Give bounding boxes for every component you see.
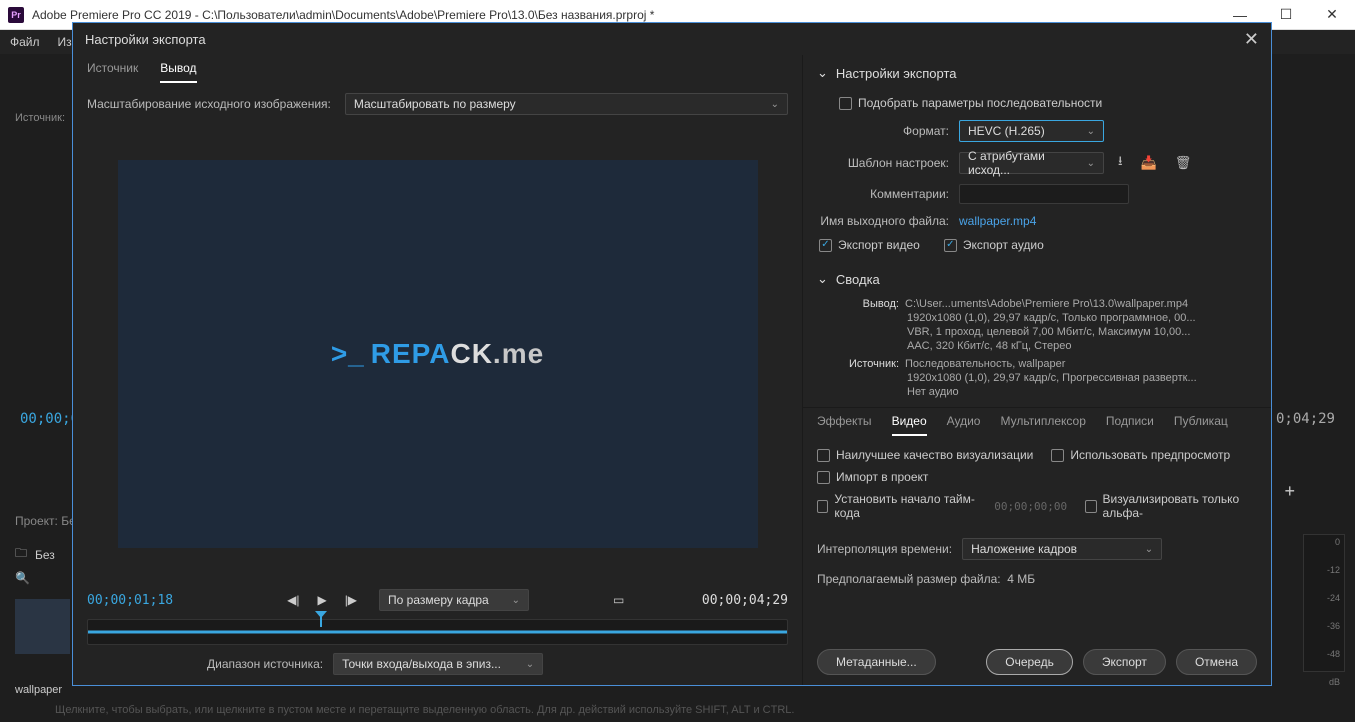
source-panel-label: Источник: (15, 112, 65, 124)
format-select[interactable]: HEVC (H.265) ⌄ (959, 120, 1104, 142)
play-icon[interactable]: ▶ (313, 593, 330, 607)
chevron-down-icon: ⌄ (1087, 126, 1095, 137)
max-quality-checkbox[interactable]: Наилучшее качество визуализации (817, 448, 1033, 462)
transport-controls: 00;00;01;18 ◀| ▶ |▶ По размеру кадра ⌄ ▭… (73, 585, 802, 685)
scale-row: Масштабирование исходного изображения: М… (73, 83, 802, 123)
delete-preset-icon[interactable]: 🗑 (1171, 155, 1196, 171)
dialog-header: Настройки экспорта ✕ (73, 23, 1271, 55)
settings-subtabs: Эффекты Видео Аудио Мультиплексор Подпис… (803, 407, 1271, 436)
close-button[interactable]: ✕ (1309, 0, 1355, 30)
interp-select[interactable]: Наложение кадров ⌄ (962, 538, 1162, 560)
dialog-close-button[interactable]: ✕ (1244, 29, 1259, 50)
bg-timecode-left: 00;00;0 (20, 411, 79, 427)
menu-edit-trunc: Из (58, 35, 72, 49)
project-panel-label: Проект: Бе (15, 514, 76, 528)
dialog-title: Настройки экспорта (85, 32, 206, 47)
save-preset-icon[interactable]: ⭳ (1114, 152, 1127, 174)
chevron-down-icon: ⌄ (1087, 158, 1095, 169)
subtab-effects[interactable]: Эффекты (817, 414, 872, 436)
status-hint: Щелкните, чтобы выбрать, или щелкните в … (55, 704, 794, 716)
preset-label: Шаблон настроек: (839, 156, 949, 170)
start-timecode-value: 00;00;00;00 (994, 500, 1067, 513)
format-label: Формат: (839, 124, 949, 138)
subtab-video[interactable]: Видео (892, 414, 927, 436)
export-video-checkbox[interactable]: Экспорт видео (819, 238, 920, 252)
chevron-down-icon: ⌄ (512, 595, 520, 606)
output-filename-link[interactable]: wallpaper.mp4 (959, 214, 1036, 228)
export-audio-checkbox[interactable]: Экспорт аудио (944, 238, 1044, 252)
preview-panel: Источник Вывод Масштабирование исходного… (73, 55, 803, 685)
audio-meter: 0 -12 -24 -36 -48 dB (1303, 534, 1345, 672)
scale-label: Масштабирование исходного изображения: (87, 97, 331, 111)
chevron-down-icon: ⌄ (817, 65, 828, 81)
interp-label: Интерполяция времени: (817, 542, 952, 556)
subtab-publish[interactable]: Публикац (1174, 414, 1228, 436)
chevron-down-icon: ⌄ (1145, 544, 1153, 555)
video-preview: >_REPACK.me (118, 160, 758, 548)
chevron-down-icon: ⌄ (817, 271, 828, 287)
preset-select[interactable]: С атрибутами исход... ⌄ (959, 152, 1104, 174)
project-item-label: wallpaper (15, 684, 62, 696)
subtab-captions[interactable]: Подписи (1106, 414, 1154, 436)
timeline-slider[interactable] (87, 619, 788, 645)
current-timecode[interactable]: 00;00;01;18 (87, 593, 173, 608)
tab-output[interactable]: Вывод (160, 61, 196, 83)
subtab-multiplexer[interactable]: Мультиплексор (1000, 414, 1085, 436)
summary-body: Вывод:C:\User...uments\Adobe\Premiere Pr… (803, 293, 1271, 403)
import-preset-icon[interactable]: 📥 (1137, 155, 1161, 171)
playhead[interactable] (320, 617, 322, 627)
duration-timecode: 00;00;04;29 (702, 593, 788, 608)
step-back-icon[interactable]: ◀| (283, 593, 303, 607)
dialog-footer: Метаданные... Очередь Экспорт Отмена (803, 639, 1271, 685)
subtab-audio[interactable]: Аудио (947, 414, 981, 436)
match-sequence-checkbox[interactable]: Подобрать параметры последовательности (839, 96, 1102, 110)
preview-content: >_REPACK.me (331, 338, 544, 370)
range-label: Диапазон источника: (207, 657, 323, 671)
fit-select[interactable]: По размеру кадра ⌄ (379, 589, 529, 611)
menu-file[interactable]: Файл (10, 35, 40, 49)
bin-label: Без (35, 548, 55, 562)
step-fwd-icon[interactable]: |▶ (341, 593, 361, 607)
export-button[interactable]: Экспорт (1083, 649, 1166, 675)
render-alpha-checkbox[interactable]: Визуализировать только альфа- (1085, 492, 1257, 520)
set-start-timecode-checkbox[interactable]: Установить начало тайм-кода (817, 492, 976, 520)
window-title: Adobe Premiere Pro CC 2019 - C:\Пользова… (32, 8, 654, 22)
comments-input[interactable] (959, 184, 1129, 204)
queue-button[interactable]: Очередь (986, 649, 1073, 675)
chevron-down-icon: ⌄ (771, 99, 779, 110)
project-item-thumbnail[interactable] (15, 599, 70, 654)
bin-icon: 🗀 (15, 544, 27, 565)
import-project-checkbox[interactable]: Импорт в проект (817, 470, 928, 484)
source-range-select[interactable]: Точки входа/выхода в эпиз... ⌄ (333, 653, 543, 675)
chevron-down-icon: ⌄ (526, 659, 534, 670)
preview-tabs: Источник Вывод (73, 55, 802, 83)
export-settings-dialog: Настройки экспорта ✕ Источник Вывод Масш… (72, 22, 1272, 686)
summary-header[interactable]: ⌄ Сводка (803, 261, 1271, 293)
scale-select[interactable]: Масштабировать по размеру ⌄ (345, 93, 788, 115)
time-interpolation-row: Интерполяция времени: Наложение кадров ⌄ (803, 532, 1271, 566)
tab-source[interactable]: Источник (87, 61, 138, 83)
search-icon[interactable]: 🔍 (15, 571, 30, 585)
output-name-label: Имя выходного файла: (819, 214, 949, 228)
aspect-ratio-icon[interactable]: ▭ (609, 593, 628, 607)
estimated-size-value: 4 МБ (1007, 572, 1035, 586)
project-bin-row: 🗀 Без (15, 544, 55, 565)
add-track-icon[interactable]: + (1284, 481, 1295, 502)
cancel-button[interactable]: Отмена (1176, 649, 1257, 675)
export-settings-header[interactable]: ⌄ Настройки экспорта (803, 55, 1271, 87)
comments-label: Комментарии: (839, 187, 949, 201)
bg-timecode-right: 0;04;29 (1276, 411, 1335, 427)
metadata-button[interactable]: Метаданные... (817, 649, 936, 675)
settings-panel: ⌄ Настройки экспорта Подобрать параметры… (803, 55, 1271, 685)
app-icon: Pr (8, 7, 24, 23)
estimated-size-row: Предполагаемый размер файла: 4 МБ (803, 566, 1271, 592)
preview-area: >_REPACK.me (73, 123, 802, 585)
use-previews-checkbox[interactable]: Использовать предпросмотр (1051, 448, 1230, 462)
video-options: Наилучшее качество визуализации Использо… (803, 436, 1271, 532)
